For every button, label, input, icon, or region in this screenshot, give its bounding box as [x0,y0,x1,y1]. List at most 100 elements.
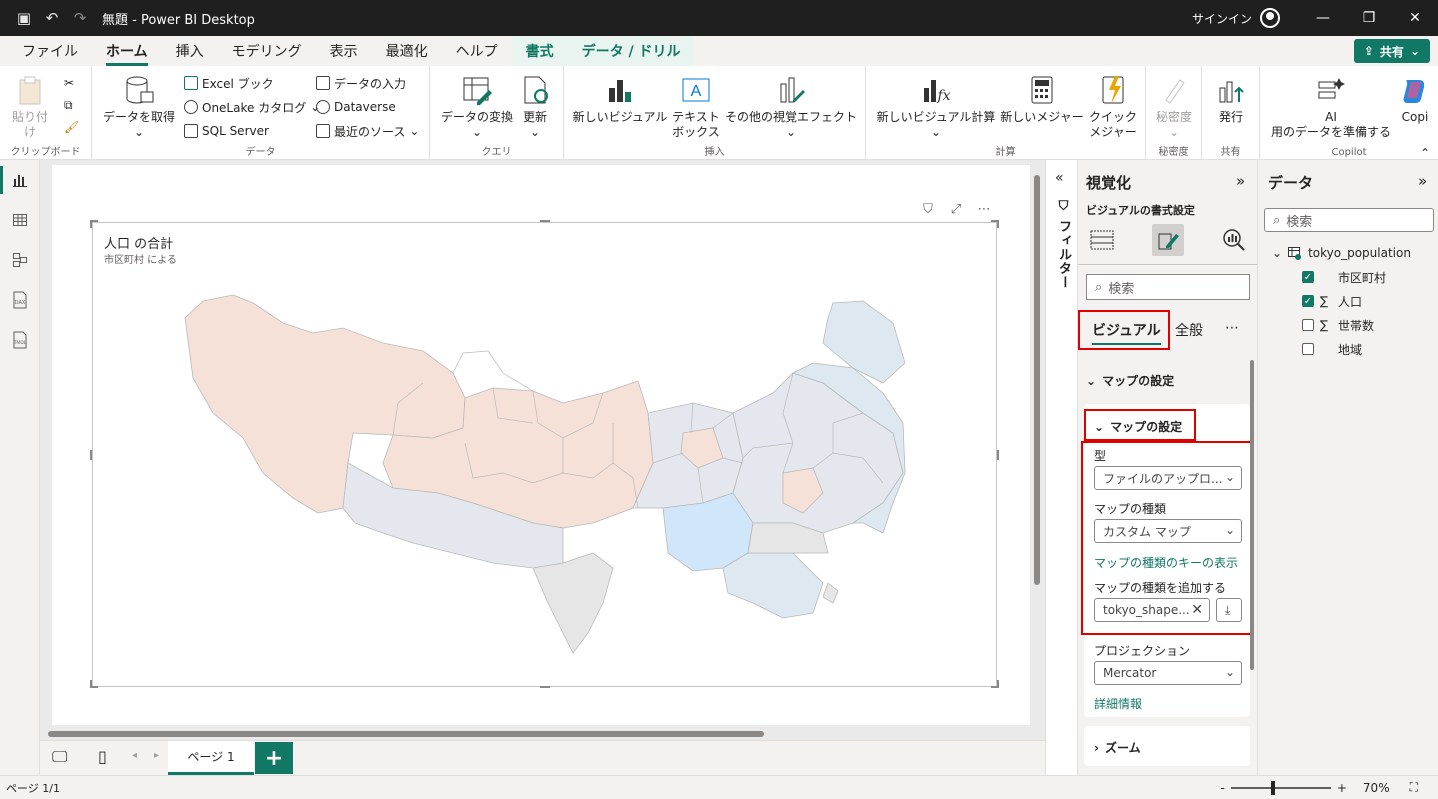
filter-icon[interactable]: ⛉ [918,199,938,219]
viz-search-input[interactable]: ⌕ 検索 [1086,274,1250,300]
maximize-icon[interactable]: ❐ [1346,0,1392,36]
data-search-input[interactable]: ⌕ 検索 [1264,208,1434,232]
more-options-icon[interactable]: ⋯ [1225,320,1239,336]
page-tab[interactable]: ページ 1 [168,741,254,775]
field-checkbox[interactable]: ✓ [1302,271,1314,283]
tab-view[interactable]: 表示 [316,36,372,66]
field-checkbox[interactable] [1302,343,1314,355]
report-page[interactable]: ⛉ ⤢ ⋯ 人口 の合計 市区町村 による [52,165,1030,725]
zoom-slider-thumb[interactable] [1270,780,1275,795]
avatar-icon[interactable] [1260,8,1280,28]
tab-home[interactable]: ホーム [92,36,162,66]
tab-file[interactable]: ファイル [8,36,92,66]
format-painter-icon[interactable]: 🖌 [64,116,79,138]
analytics-icon[interactable] [1218,224,1250,256]
mobile-layout-icon[interactable]: ▯ [98,747,107,766]
focus-mode-icon[interactable]: ⤢ [946,199,966,219]
model-view-icon[interactable] [0,240,40,280]
resize-handle[interactable] [997,450,999,460]
field-row[interactable]: ∑ 世帯数 [1302,314,1374,336]
tokyo-map[interactable] [93,223,998,688]
quick-measure-button[interactable]: クイック メジャー [1086,74,1140,140]
tab-help[interactable]: ヘルプ [442,36,512,66]
map-settings-outer-header[interactable]: ⌄ マップの設定 [1086,372,1174,389]
resize-handle[interactable] [90,680,92,688]
next-page-icon[interactable]: ▸ [154,750,159,761]
format-visual-icon[interactable] [1152,224,1184,256]
enter-data-button[interactable]: データの入力 [316,72,406,94]
filter-pane-collapsed[interactable]: « ⛉ フィルター [1045,160,1077,775]
resize-handle[interactable] [90,450,92,460]
report-view-icon[interactable] [0,160,40,200]
zoom-in-button[interactable]: + [1337,781,1347,795]
resize-handle[interactable] [997,220,999,228]
resize-handle[interactable] [540,220,550,222]
field-checkbox[interactable] [1302,319,1314,331]
refresh-button[interactable]: 更新 ⌄ [520,74,550,140]
projection-dropdown[interactable]: Mercator ⌄ [1094,661,1242,685]
paste-button[interactable]: 貼り付け [8,74,52,140]
excel-button[interactable]: Excel ブック [184,72,274,94]
fit-to-page-icon[interactable]: ⛶ [1410,780,1418,795]
resize-handle[interactable] [540,686,550,688]
report-canvas[interactable]: ⛉ ⤢ ⋯ 人口 の合計 市区町村 による [40,160,1045,740]
sensitivity-button[interactable]: 秘密度 ⌄ [1154,74,1194,140]
save-icon[interactable]: ▣ [10,0,38,36]
field-row[interactable]: ✓ 市区町村 [1302,266,1386,288]
resize-handle[interactable] [997,680,999,688]
copilot-button[interactable]: Copi [1394,74,1436,125]
collapse-ribbon-icon[interactable]: ⌃ [1420,146,1430,160]
details-link[interactable]: 詳細情報 [1094,695,1142,712]
table-view-icon[interactable] [0,200,40,240]
field-row[interactable]: ✓ ∑ 人口 [1302,290,1362,312]
signin-link[interactable]: サインイン [1192,10,1252,27]
transform-data-button[interactable]: データの変換 ⌄ [438,74,516,140]
tab-format[interactable]: 書式 [511,36,568,66]
get-data-button[interactable]: データを取得 ⌄ [102,74,176,140]
tmdl-view-icon[interactable]: TMDL [0,320,40,360]
add-page-button[interactable]: + [255,742,293,774]
tab-general[interactable]: 全般 [1175,320,1203,340]
previous-page-icon[interactable]: ◂ [132,750,137,761]
redo-icon[interactable]: ↷ [66,0,94,36]
new-visual-calc-button[interactable]: fx 新しいビジュアル計算 ⌄ [874,74,998,140]
close-icon[interactable]: ✕ [1392,0,1438,36]
canvas-vertical-scrollbar[interactable] [1034,175,1040,585]
cut-icon[interactable]: ✂ [64,72,74,94]
more-visuals-button[interactable]: その他の視覚エフェクト ⌄ [724,74,858,140]
share-button[interactable]: ⇪ 共有 ⌄ [1353,39,1430,63]
build-visual-icon[interactable] [1086,224,1118,256]
table-node[interactable]: ⌄ tokyo_population [1272,242,1411,264]
textbox-button[interactable]: A テキスト ボックス [668,74,724,140]
recent-sources-button[interactable]: 最近のソース ⌄ [316,120,419,142]
tab-optimize[interactable]: 最適化 [372,36,442,66]
viz-pane-scrollbar[interactable] [1250,360,1254,670]
more-options-icon[interactable]: ⋯ [974,199,994,219]
undo-icon[interactable]: ↶ [38,0,66,36]
dataverse-button[interactable]: Dataverse [316,96,396,118]
tab-data-drill[interactable]: データ / ドリル [567,36,695,66]
collapse-viz-pane-icon[interactable]: » [1236,172,1245,190]
tab-modeling[interactable]: モデリング [218,36,316,66]
copy-icon[interactable]: ⧉ [64,94,73,116]
expand-filter-icon[interactable]: « [1055,170,1064,186]
field-checkbox[interactable]: ✓ [1302,295,1314,307]
canvas-horizontal-scrollbar[interactable] [48,731,764,737]
publish-button[interactable]: 発行 [1212,74,1250,125]
sql-server-button[interactable]: SQL Server [184,120,269,142]
zoom-header[interactable]: › ズーム [1094,739,1141,756]
resize-handle[interactable] [90,220,92,228]
zoom-out-button[interactable]: - [1221,781,1225,795]
shape-map-visual[interactable]: ⛉ ⤢ ⋯ 人口 の合計 市区町村 による [92,202,998,688]
prep-data-ai-button[interactable]: AI 用のデータを準備する [1270,74,1392,140]
collapse-data-pane-icon[interactable]: » [1418,172,1427,190]
onelake-button[interactable]: OneLake カタログ ⌄ [184,96,320,118]
new-measure-button[interactable]: 新しいメジャー [1000,74,1084,125]
new-visual-button[interactable]: 新しいビジュアル [572,74,668,125]
desktop-layout-icon[interactable]: 🖵 [52,747,67,767]
field-row[interactable]: 地域 [1302,338,1362,360]
zoom-slider[interactable] [1230,780,1331,795]
tab-insert[interactable]: 挿入 [162,36,218,66]
minimize-icon[interactable]: — [1300,0,1346,36]
dax-query-view-icon[interactable]: DAX [0,280,40,320]
